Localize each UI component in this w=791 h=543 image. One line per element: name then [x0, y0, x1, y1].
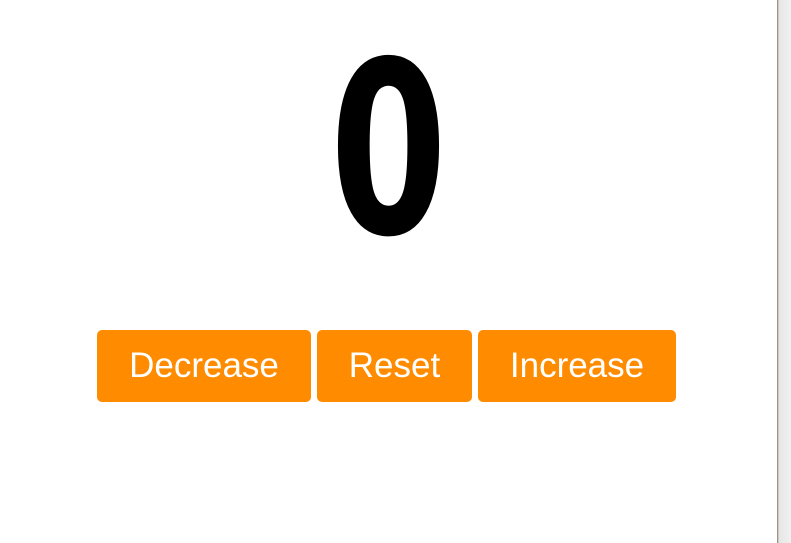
window-right-edge [777, 0, 791, 543]
counter-value: 0 [329, 10, 448, 290]
reset-button[interactable]: Reset [317, 330, 472, 402]
page: 0 Decrease Reset Increase [0, 0, 777, 543]
decrease-button[interactable]: Decrease [97, 330, 311, 402]
counter-controls: Decrease Reset Increase [97, 330, 676, 402]
increase-button[interactable]: Increase [478, 330, 676, 402]
